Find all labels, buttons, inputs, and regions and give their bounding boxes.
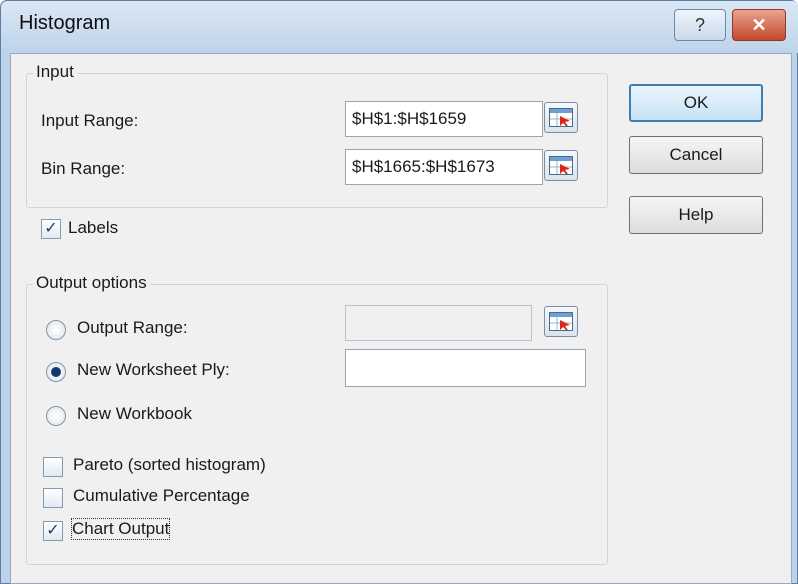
ok-button-label: OK (683, 93, 709, 112)
ok-button[interactable]: OK (629, 84, 763, 122)
output-range-label[interactable]: Output Range: (77, 318, 188, 338)
pareto-label[interactable]: Pareto (sorted histogram) (73, 455, 266, 475)
labels-checkbox-label[interactable]: Labels (68, 218, 118, 238)
pareto-checkbox[interactable] (43, 457, 63, 477)
input-range-label: Input Range: (41, 111, 139, 130)
bin-range-select-button[interactable] (544, 150, 578, 181)
input-range-value: $H$1:$H$1659 (352, 109, 467, 128)
chart-output-label[interactable]: Chart Output (71, 518, 171, 540)
bin-range-field[interactable]: $H$1665:$H$1673 (345, 149, 543, 185)
help-button-label: Help (678, 205, 714, 224)
range-select-icon (549, 312, 573, 331)
new-worksheet-ply-field[interactable] (345, 349, 586, 387)
labels-checkbox[interactable]: ✓ (41, 219, 61, 239)
new-workbook-label[interactable]: New Workbook (77, 404, 192, 424)
cancel-button[interactable]: Cancel (629, 136, 763, 174)
checkmark-icon: ✓ (46, 522, 60, 539)
new-worksheet-ply-radio[interactable] (46, 362, 66, 382)
bin-range-value: $H$1665:$H$1673 (352, 157, 495, 176)
input-group: Input Input Range: $H$1:$H$1659 Bin Rang… (26, 62, 608, 208)
close-button[interactable]: ✕ (732, 9, 786, 41)
bin-range-label: Bin Range: (41, 159, 126, 178)
new-workbook-radio[interactable] (46, 406, 66, 426)
range-select-icon (549, 156, 573, 175)
input-range-select-button[interactable] (544, 102, 578, 133)
new-worksheet-ply-label[interactable]: New Worksheet Ply: (77, 360, 230, 380)
help-title-button[interactable]: ? (674, 9, 726, 41)
output-options-group: Output options Output Range: New Workshe… (26, 273, 608, 565)
cumulative-percentage-checkbox[interactable] (43, 488, 63, 508)
checkmark-icon: ✓ (44, 220, 58, 237)
chart-output-checkbox[interactable]: ✓ (43, 521, 63, 541)
help-button[interactable]: Help (629, 196, 763, 234)
cumulative-percentage-label[interactable]: Cumulative Percentage (73, 486, 250, 506)
close-icon: ✕ (751, 14, 767, 35)
histogram-dialog: Histogram ? ✕ Input Input Range: $H$1:$H… (0, 0, 798, 584)
dialog-body: Input Input Range: $H$1:$H$1659 Bin Rang… (10, 53, 792, 584)
range-select-icon (549, 108, 573, 127)
cancel-button-label: Cancel (669, 145, 723, 164)
title-bar[interactable]: Histogram ? ✕ (1, 1, 798, 53)
output-options-title: Output options (33, 273, 150, 293)
input-range-field[interactable]: $H$1:$H$1659 (345, 101, 543, 137)
output-range-select-button[interactable] (544, 306, 578, 337)
dialog-title: Histogram (19, 12, 111, 34)
output-range-field[interactable] (345, 305, 532, 341)
input-group-title: Input (33, 62, 77, 82)
output-range-radio[interactable] (46, 320, 66, 340)
question-icon: ? (694, 14, 705, 35)
radio-selected-dot (51, 367, 61, 377)
